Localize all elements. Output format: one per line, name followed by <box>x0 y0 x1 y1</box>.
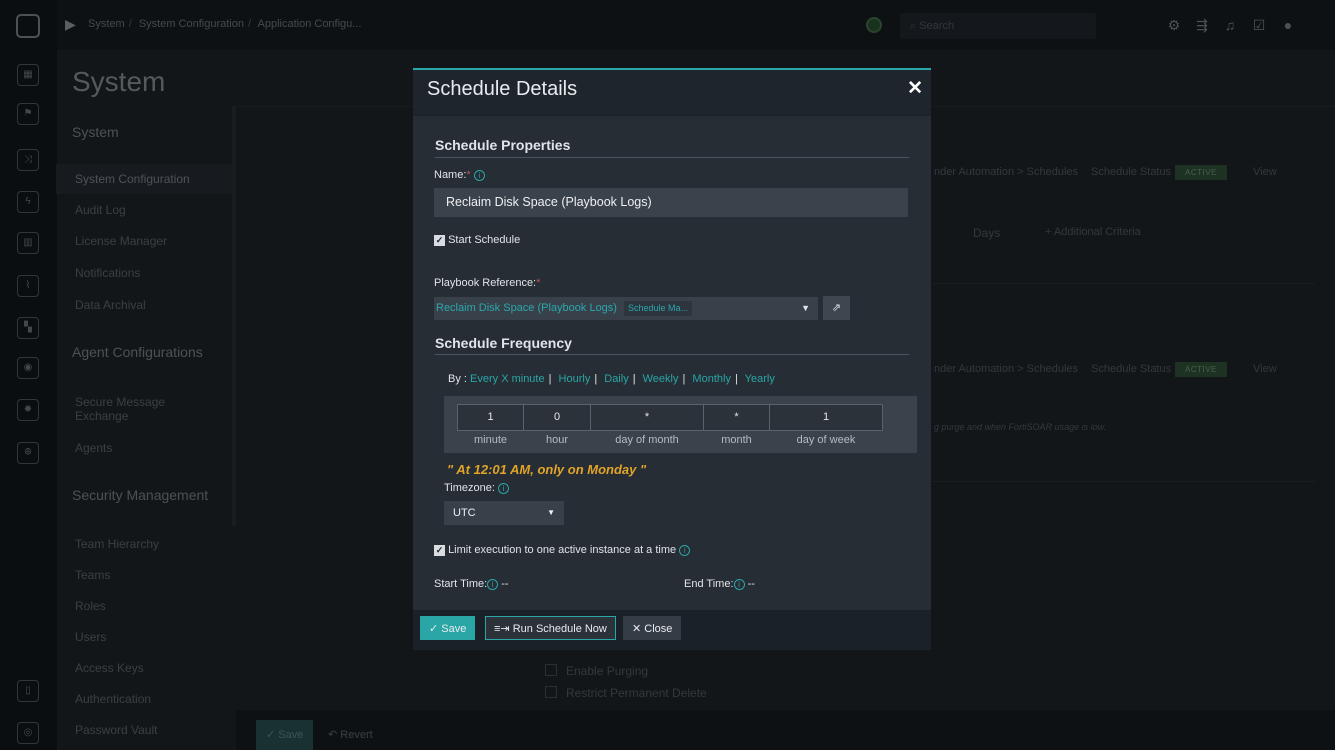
section-rule <box>435 354 909 355</box>
start-schedule-label: Start Schedule <box>448 234 521 246</box>
cron-day-of-month-input[interactable]: * <box>590 404 704 431</box>
cron-minute-input[interactable]: 1 <box>457 404 524 431</box>
cron-editor: 1 0 * * 1 minute hour day of month month… <box>444 396 917 453</box>
caret-down-icon[interactable]: ▼ <box>547 501 555 525</box>
info-icon[interactable]: i <box>487 578 499 590</box>
cron-month-input[interactable]: * <box>703 404 770 431</box>
save-button[interactable]: ✓ Save <box>420 616 476 640</box>
info-icon[interactable]: i <box>473 169 485 181</box>
modal-title: Schedule Details <box>427 78 578 100</box>
modal-body: Schedule Properties Name:* i Reclaim Dis… <box>413 116 931 610</box>
cron-hour-input[interactable]: 0 <box>523 404 591 431</box>
timezone-select[interactable]: UTC ▼ <box>444 501 564 525</box>
section-title-frequency: Schedule Frequency <box>435 335 572 351</box>
info-icon[interactable]: i <box>498 482 510 494</box>
modal-header: Schedule Details ✕ <box>413 70 931 115</box>
cron-description: " At 12:01 AM, only on Monday " <box>447 462 647 477</box>
cron-month-label: month <box>721 434 752 446</box>
timezone-label: Timezone: i <box>444 482 510 494</box>
modal-footer: ✓ Save ≡⇥ Run Schedule Now ✕ Close <box>413 610 931 650</box>
end-time-row: End Time: i -- <box>684 578 755 590</box>
name-field[interactable]: Reclaim Disk Space (Playbook Logs) <box>434 188 908 217</box>
cron-day-of-week-label: day of week <box>796 434 856 446</box>
cron-day-of-month-label: day of month <box>615 434 679 446</box>
limit-execution-label: Limit execution to one active instance a… <box>448 544 677 556</box>
run-schedule-now-button[interactable]: ≡⇥ Run Schedule Now <box>485 616 616 640</box>
info-icon[interactable]: i <box>679 544 691 556</box>
section-rule <box>435 157 909 158</box>
info-icon[interactable]: i <box>733 578 745 590</box>
cron-hour-label: hour <box>545 434 569 446</box>
option-monthly[interactable]: Monthly <box>692 373 731 385</box>
frequency-options: By : Every X minute | Hourly | Daily | Week… <box>448 373 775 385</box>
option-yearly[interactable]: Yearly <box>745 373 775 385</box>
limit-execution-row[interactable]: ✓ Limit execution to one active instance… <box>434 544 691 556</box>
name-label: Name:* i <box>434 169 485 181</box>
playbook-value[interactable]: Reclaim Disk Space (Playbook Logs) <box>436 302 617 314</box>
playbook-label: Playbook Reference:* <box>434 277 541 289</box>
end-time-value: -- <box>747 578 755 590</box>
playbook-select[interactable]: Reclaim Disk Space (Playbook Logs) Sched… <box>434 297 818 320</box>
cron-minute-label: minute <box>473 434 508 446</box>
caret-down-icon[interactable]: ▼ <box>801 297 810 320</box>
option-every-x-minute[interactable]: Every X minute <box>470 373 545 385</box>
by-label: By : <box>448 373 467 385</box>
option-weekly[interactable]: Weekly <box>643 373 679 385</box>
timezone-value: UTC <box>453 507 476 519</box>
option-daily[interactable]: Daily <box>604 373 628 385</box>
limit-execution-checkbox[interactable]: ✓ <box>434 544 445 556</box>
playbook-tag: Schedule Ma... <box>624 300 693 316</box>
start-schedule-checkbox[interactable]: ✓ <box>434 234 445 246</box>
schedule-details-modal: Schedule Details ✕ Schedule Properties N… <box>413 68 931 650</box>
section-title-properties: Schedule Properties <box>435 137 571 153</box>
start-time-row: Start Time: i -- <box>434 578 509 590</box>
start-time-label: Start Time: <box>434 578 488 590</box>
option-hourly[interactable]: Hourly <box>559 373 591 385</box>
close-button[interactable]: ✕ Close <box>623 616 682 640</box>
end-time-label: End Time: <box>684 578 734 590</box>
external-link-icon[interactable]: ⇗ <box>823 296 850 320</box>
start-time-value: -- <box>501 578 509 590</box>
cron-day-of-week-input[interactable]: 1 <box>769 404 883 431</box>
start-schedule-row[interactable]: ✓ Start Schedule <box>434 234 520 246</box>
close-icon[interactable]: ✕ <box>907 77 923 100</box>
